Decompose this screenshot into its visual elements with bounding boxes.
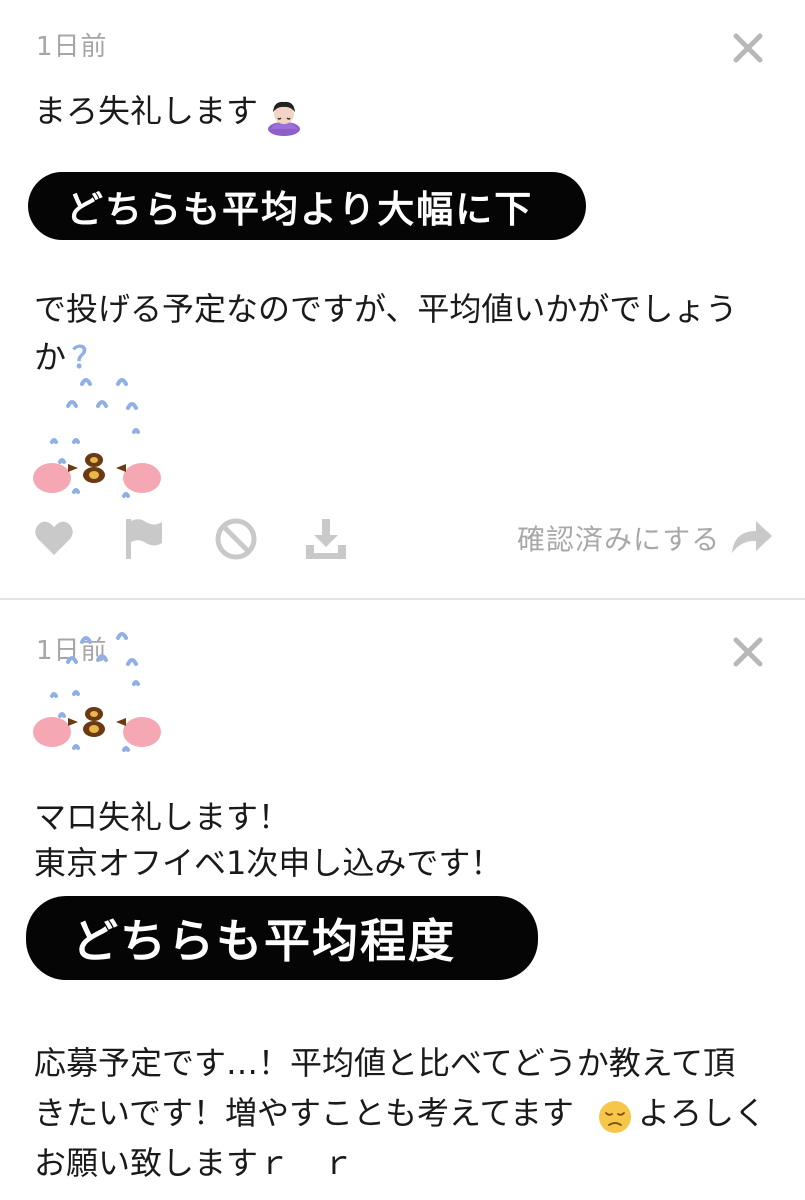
close-icon[interactable]: [728, 28, 768, 68]
pensive-face-emoji: [599, 1101, 631, 1133]
close-icon[interactable]: [728, 632, 768, 672]
card-divider: [0, 598, 805, 600]
message-timestamp: 1日前: [36, 32, 108, 62]
highlight-pill: どちらも平均程度: [26, 896, 538, 980]
crying-face-sticker: [33, 378, 161, 498]
heart-icon[interactable]: [33, 519, 75, 559]
body-text-segment: きたいです！増やすことも考えてます: [34, 1094, 574, 1132]
download-icon[interactable]: [304, 517, 348, 561]
person-bowing-emoji: [268, 101, 300, 136]
message-body-line: きたいです！増やすことも考えてます: [34, 1090, 574, 1136]
message-subject: 東京オフイベ1次申し込みです！: [34, 844, 503, 882]
message-feed: 1日前 まろ失礼します どちらも平均より大幅に下 で投げる予定なのですが、平均値…: [0, 0, 805, 1200]
message-body-line: お願い致しますｒ ｒ: [34, 1144, 355, 1182]
block-icon[interactable]: [214, 517, 258, 561]
message-greeting: マロ失礼します！: [34, 798, 291, 836]
body-text-segment: よろしく: [638, 1094, 767, 1132]
share-arrow-icon[interactable]: [730, 519, 774, 555]
highlight-pill: どちらも平均より大幅に下: [28, 172, 586, 240]
message-greeting: まろ失礼します: [34, 88, 258, 134]
flag-icon[interactable]: [124, 517, 166, 561]
message-body-line: で投げる予定なのですが、平均値いかがでしょう: [34, 290, 738, 328]
crying-face-sticker: [33, 632, 161, 752]
message-body-line: 応募予定です…！平均値と比べてどうか教えて頂: [34, 1044, 736, 1082]
greeting-text: まろ失礼します: [34, 92, 259, 130]
mark-confirmed-link[interactable]: 確認済みにする: [517, 518, 720, 558]
